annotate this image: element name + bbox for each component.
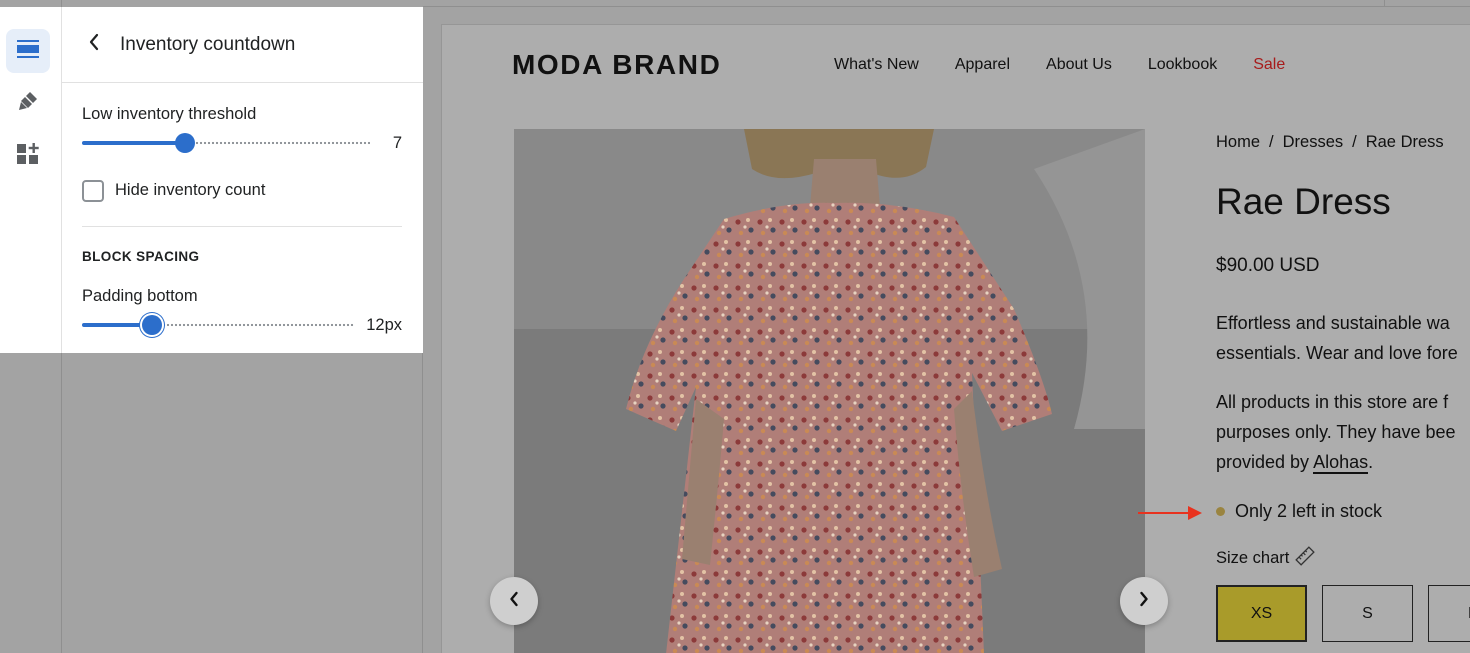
panel-background <box>62 353 423 653</box>
description-line: purposes only. They have bee <box>1216 422 1456 442</box>
size-option-xs[interactable]: XS <box>1216 585 1307 642</box>
padding-slider[interactable] <box>82 315 354 335</box>
description-line: All products in this store are f <box>1216 392 1449 412</box>
padding-slider-thumb[interactable] <box>142 315 162 335</box>
size-option-s[interactable]: S <box>1322 585 1413 642</box>
annotation-arrow-icon <box>1138 504 1204 527</box>
settings-panel: Inventory countdown Low inventory thresh… <box>62 7 423 353</box>
size-chart-link[interactable]: Size chart <box>1216 546 1316 571</box>
threshold-slider-thumb[interactable] <box>175 133 195 153</box>
padding-value: 12px <box>366 316 402 334</box>
back-button[interactable] <box>82 33 106 57</box>
nav-about-us[interactable]: About Us <box>1046 56 1112 74</box>
add-blocks-icon <box>16 141 40 170</box>
description-line: essentials. Wear and love fore <box>1216 343 1458 363</box>
breadcrumb-dresses[interactable]: Dresses <box>1283 133 1344 151</box>
nav-apparel[interactable]: Apparel <box>955 56 1010 74</box>
storefront-preview: MODA BRAND What's New Apparel About Us L… <box>441 24 1470 653</box>
nav-whats-new[interactable]: What's New <box>834 56 919 74</box>
app-embeds-button[interactable] <box>6 133 50 177</box>
sections-icon <box>17 39 39 63</box>
paintbrush-icon <box>16 89 40 118</box>
panel-title: Inventory countdown <box>120 33 296 55</box>
brand-logo[interactable]: MODA BRAND <box>512 49 721 81</box>
nav-sale[interactable]: Sale <box>1253 56 1285 74</box>
main-nav: What's New Apparel About Us Lookbook Sal… <box>834 56 1285 74</box>
alohas-link[interactable]: Alohas <box>1313 452 1369 474</box>
inventory-status: Only 2 left in stock <box>1216 501 1382 522</box>
hide-count-label: Hide inventory count <box>115 181 266 199</box>
chevron-left-icon <box>88 33 100 56</box>
panel-header: Inventory countdown <box>62 7 423 83</box>
divider <box>82 226 402 227</box>
threshold-label: Low inventory threshold <box>82 105 257 123</box>
carousel-prev-button[interactable] <box>490 577 538 625</box>
threshold-value: 7 <box>392 134 402 152</box>
breadcrumb: Home / Dresses / Rae Dress <box>1216 133 1444 151</box>
description-line: Effortless and sustainable wa <box>1216 313 1450 333</box>
product-price: $90.00 USD <box>1216 255 1320 276</box>
ruler-icon <box>1295 546 1316 571</box>
breadcrumb-home[interactable]: Home <box>1216 133 1260 151</box>
stock-indicator-dot <box>1216 507 1225 516</box>
product-title: Rae Dress <box>1216 181 1391 222</box>
description-line: provided by Alohas. <box>1216 452 1374 474</box>
size-option-m[interactable]: M <box>1428 585 1470 642</box>
nav-lookbook[interactable]: Lookbook <box>1148 56 1217 74</box>
size-chart-label: Size chart <box>1216 549 1290 567</box>
preview-top-border <box>423 6 1470 7</box>
preview-top-divider <box>1384 0 1385 6</box>
theme-settings-button[interactable] <box>6 81 50 125</box>
icon-rail-top <box>0 7 62 353</box>
product-image <box>514 129 1145 653</box>
section-heading: BLOCK SPACING <box>82 249 200 264</box>
stock-text: Only 2 left in stock <box>1235 501 1383 521</box>
chevron-left-icon <box>508 590 520 613</box>
threshold-slider[interactable] <box>82 133 370 153</box>
carousel-next-button[interactable] <box>1120 577 1168 625</box>
chevron-right-icon <box>1138 590 1150 613</box>
breadcrumb-current: Rae Dress <box>1365 133 1444 151</box>
padding-label: Padding bottom <box>82 287 198 305</box>
hide-count-checkbox[interactable] <box>82 180 104 202</box>
sections-button[interactable] <box>6 29 50 73</box>
